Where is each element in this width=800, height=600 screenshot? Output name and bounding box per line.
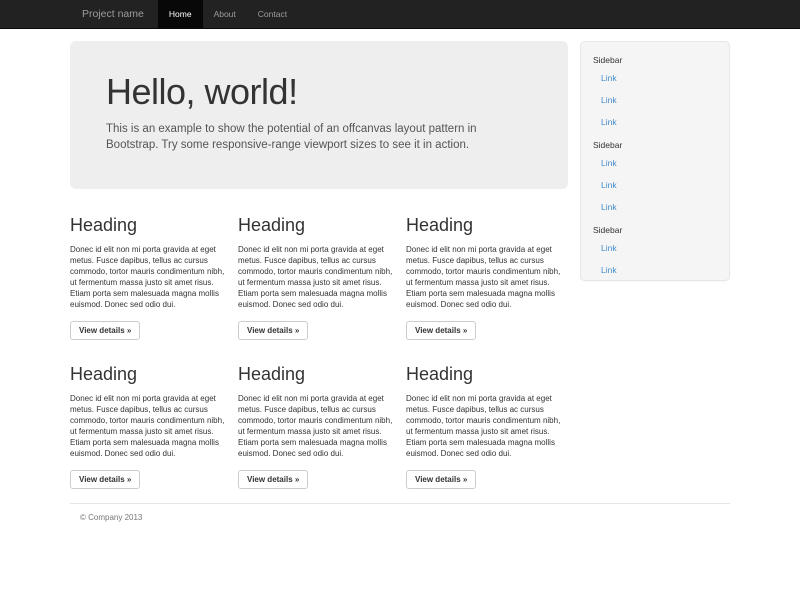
navbar-brand[interactable]: Project name	[70, 0, 156, 29]
view-details-button[interactable]: View details »	[238, 321, 308, 340]
content-card: Heading Donec id elit non mi porta gravi…	[406, 364, 568, 489]
sidebar-link[interactable]: Link	[581, 89, 729, 111]
sidebar-heading: Sidebar	[593, 140, 717, 150]
sidebar-section: Sidebar Link Link Link	[581, 55, 729, 133]
jumbotron: Hello, world! This is an example to show…	[70, 41, 568, 189]
sidebar-section: Sidebar Link Link	[581, 225, 729, 281]
card-heading: Heading	[238, 364, 400, 385]
page-footer: © Company 2013	[70, 503, 730, 522]
content-card: Heading Donec id elit non mi porta gravi…	[70, 215, 232, 340]
card-heading: Heading	[70, 215, 232, 236]
view-details-button[interactable]: View details »	[70, 470, 140, 489]
content-row: Hello, world! This is an example to show…	[70, 41, 730, 489]
page-title: Hello, world!	[106, 71, 532, 112]
content-card: Heading Donec id elit non mi porta gravi…	[238, 215, 400, 340]
card-body: Donec id elit non mi porta gravida at eg…	[70, 244, 232, 310]
card-body: Donec id elit non mi porta gravida at eg…	[406, 244, 568, 310]
sidebar-link[interactable]: Link	[581, 152, 729, 174]
sidebar-link[interactable]: Link	[581, 196, 729, 218]
content-card: Heading Donec id elit non mi porta gravi…	[70, 364, 232, 489]
view-details-button[interactable]: View details »	[70, 321, 140, 340]
content-column: Hello, world! This is an example to show…	[70, 41, 568, 489]
view-details-button[interactable]: View details »	[238, 470, 308, 489]
content-card: Heading Donec id elit non mi porta gravi…	[406, 215, 568, 340]
content-card: Heading Donec id elit non mi porta gravi…	[238, 364, 400, 489]
navbar-container: Project name Home About Contact	[70, 0, 730, 29]
navbar: Project name Home About Contact	[0, 0, 800, 29]
sidebar-link[interactable]: Link	[581, 111, 729, 133]
nav-item-about[interactable]: About	[203, 0, 247, 29]
navbar-menu: Home About Contact	[158, 0, 298, 29]
card-heading: Heading	[70, 364, 232, 385]
sidebar-link[interactable]: Link	[581, 237, 729, 259]
nav-item-contact[interactable]: Contact	[247, 0, 298, 29]
copyright-text: © Company 2013	[80, 513, 730, 522]
card-body: Donec id elit non mi porta gravida at eg…	[406, 393, 568, 459]
card-body: Donec id elit non mi porta gravida at eg…	[238, 393, 400, 459]
view-details-button[interactable]: View details »	[406, 470, 476, 489]
jumbotron-description: This is an example to show the potential…	[106, 121, 526, 153]
sidebar-link[interactable]: Link	[581, 67, 729, 89]
sidebar-section: Sidebar Link Link Link	[581, 140, 729, 218]
nav-item-home[interactable]: Home	[158, 0, 203, 29]
main-container: Hello, world! This is an example to show…	[70, 29, 730, 522]
sidebar-link[interactable]: Link	[581, 259, 729, 281]
card-body: Donec id elit non mi porta gravida at eg…	[238, 244, 400, 310]
sidebar-link[interactable]: Link	[581, 174, 729, 196]
view-details-button[interactable]: View details »	[406, 321, 476, 340]
card-heading: Heading	[406, 364, 568, 385]
sidebar-heading: Sidebar	[593, 55, 717, 65]
sidebar-heading: Sidebar	[593, 225, 717, 235]
card-body: Donec id elit non mi porta gravida at eg…	[70, 393, 232, 459]
card-heading: Heading	[238, 215, 400, 236]
card-heading: Heading	[406, 215, 568, 236]
cards-grid: Heading Donec id elit non mi porta gravi…	[70, 215, 568, 489]
sidebar: Sidebar Link Link Link Sidebar Link Link…	[580, 41, 730, 281]
